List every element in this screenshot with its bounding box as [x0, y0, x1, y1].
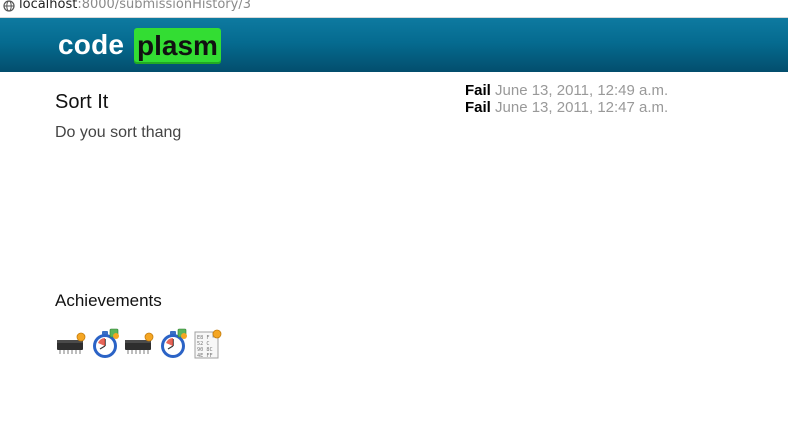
problem-title: Sort It: [55, 91, 109, 113]
submission-row[interactable]: Fail June 13, 2011, 12:49 a.m.: [465, 82, 668, 99]
url-text[interactable]: localhost:8000/submissionHistory/3: [19, 0, 251, 11]
submission-row[interactable]: Fail June 13, 2011, 12:47 a.m.: [465, 99, 668, 116]
submission-status: Fail: [465, 82, 491, 99]
stopwatch-icon[interactable]: [89, 328, 121, 360]
url-path: :8000/submissionHistory/3: [77, 0, 251, 12]
submission-timestamp: June 13, 2011, 12:47 a.m.: [495, 99, 669, 116]
submission-history: Fail June 13, 2011, 12:49 a.m. Fail June…: [465, 82, 668, 116]
logo-plasm-text: plasm: [134, 28, 221, 64]
submission-status: Fail: [465, 99, 491, 116]
address-bar[interactable]: localhost:8000/submissionHistory/3: [0, 0, 788, 18]
stopwatch-icon[interactable]: [157, 328, 189, 360]
globe-icon: [3, 0, 15, 12]
submission-timestamp: June 13, 2011, 12:49 a.m.: [495, 82, 669, 99]
memory-chip-icon[interactable]: [55, 328, 87, 360]
logo-code-text: code: [58, 29, 125, 60]
problem-description: Do you sort thang: [55, 124, 182, 141]
url-host: localhost: [19, 0, 78, 12]
hex-line: 4E FF: [197, 353, 213, 359]
hex-dump-icon[interactable]: E8 F 52 C 90 8C 4E FF: [191, 328, 223, 360]
achievements-heading: Achievements: [55, 291, 162, 310]
memory-chip-icon[interactable]: [123, 328, 155, 360]
